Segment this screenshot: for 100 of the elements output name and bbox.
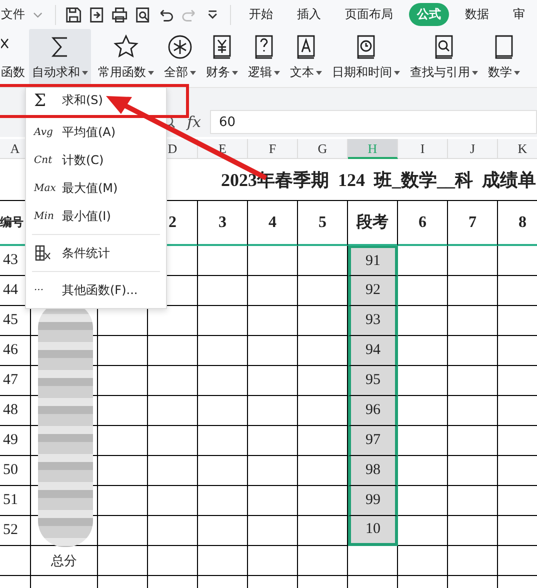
header-cell: 3 bbox=[198, 201, 248, 246]
row-number-cell: 49 bbox=[0, 426, 31, 456]
table-cell bbox=[98, 486, 148, 516]
table-cell bbox=[398, 516, 448, 546]
caret-icon bbox=[472, 70, 478, 75]
table-cell bbox=[148, 366, 198, 396]
header-cell: 8 bbox=[498, 201, 537, 246]
table-cell bbox=[248, 366, 298, 396]
ribbon-button[interactable]: 财务 bbox=[203, 29, 241, 87]
table-cell bbox=[448, 396, 498, 426]
fx-label[interactable]: fx bbox=[184, 113, 204, 131]
table-cell bbox=[98, 426, 148, 456]
table-cell bbox=[198, 396, 248, 426]
chevron-down-icon[interactable] bbox=[33, 12, 43, 18]
caret-icon bbox=[514, 70, 520, 75]
table-cell bbox=[398, 336, 448, 366]
table-cell bbox=[248, 546, 298, 576]
table-cell bbox=[448, 426, 498, 456]
table-cell bbox=[248, 306, 298, 336]
score-cell[interactable]: 91 bbox=[348, 246, 398, 276]
row-number-cell: 51 bbox=[0, 486, 31, 516]
ribbon-button[interactable]: 全部 bbox=[161, 29, 199, 87]
score-cell[interactable]: 96 bbox=[348, 396, 398, 426]
score-cell[interactable]: 99 bbox=[348, 486, 398, 516]
table-cell bbox=[98, 366, 148, 396]
caret-icon bbox=[316, 70, 322, 75]
ribbon-button[interactable]: 逻辑 bbox=[245, 29, 283, 87]
menu-tab[interactable]: 数据 bbox=[456, 3, 497, 26]
table-cell bbox=[398, 456, 448, 486]
table-cell bbox=[248, 246, 298, 276]
table-cell bbox=[248, 396, 298, 426]
table-cell bbox=[198, 336, 248, 366]
table-cell bbox=[148, 396, 198, 426]
print-icon[interactable] bbox=[110, 4, 130, 24]
caret-icon bbox=[190, 70, 196, 75]
column-header[interactable]: I bbox=[398, 139, 448, 159]
column-header[interactable]: J bbox=[448, 139, 498, 159]
table-cell bbox=[0, 546, 31, 576]
table-cell bbox=[398, 276, 448, 306]
score-cell[interactable]: 92 bbox=[348, 276, 398, 306]
menu-item[interactable]: Σ 求和(S) bbox=[26, 90, 166, 111]
table-cell bbox=[398, 246, 448, 276]
column-header[interactable]: F bbox=[248, 139, 298, 159]
row-number-cell: 47 bbox=[0, 366, 31, 396]
file-menu[interactable]: 文件 bbox=[1, 6, 25, 23]
row-number-cell: 46 bbox=[0, 336, 31, 366]
score-cell[interactable]: 94 bbox=[348, 336, 398, 366]
score-cell[interactable]: 97 bbox=[348, 426, 398, 456]
table-cell bbox=[198, 246, 248, 276]
score-cell[interactable]: 93 bbox=[348, 306, 398, 336]
ribbon-button[interactable]: 数学 bbox=[485, 29, 523, 87]
ribbon-button[interactable]: 自动求和 bbox=[29, 29, 91, 87]
save-icon[interactable] bbox=[64, 4, 83, 24]
menu-tab[interactable]: 审 bbox=[504, 3, 533, 26]
score-cell[interactable]: 95 bbox=[348, 366, 398, 396]
table-cell bbox=[148, 546, 198, 576]
menu-tab[interactable]: 插入 bbox=[288, 3, 329, 26]
caret-icon bbox=[274, 70, 280, 75]
table-cell bbox=[398, 396, 448, 426]
table-cell bbox=[248, 336, 298, 366]
table-cell bbox=[448, 516, 498, 546]
ribbon-button[interactable]: 常用函数 bbox=[95, 29, 157, 87]
table-cell bbox=[198, 366, 248, 396]
table-cell bbox=[448, 456, 498, 486]
menu-tab[interactable]: 页面布局 bbox=[336, 3, 401, 26]
menu-item[interactable]: Max 最大值(M) bbox=[26, 174, 166, 202]
ribbon-button[interactable]: 文本 bbox=[287, 29, 325, 87]
formula-input[interactable]: 60 bbox=[210, 110, 537, 134]
score-cell[interactable]: 98 bbox=[348, 456, 398, 486]
row-number-cell: 48 bbox=[0, 396, 31, 426]
score-cell[interactable]: 10 bbox=[348, 516, 398, 546]
table-cell bbox=[198, 426, 248, 456]
header-cell: 6 bbox=[398, 201, 448, 246]
table-cell bbox=[398, 486, 448, 516]
header-cell: 5 bbox=[298, 201, 348, 246]
table-cell bbox=[148, 516, 198, 546]
caret-icon bbox=[82, 70, 88, 75]
table-cell bbox=[248, 456, 298, 486]
caret-icon bbox=[394, 70, 400, 75]
table-cell bbox=[248, 276, 298, 306]
menu-tab[interactable]: 开始 bbox=[240, 3, 281, 26]
table-cell bbox=[448, 306, 498, 336]
table-cell bbox=[248, 516, 298, 546]
table-cell bbox=[98, 396, 148, 426]
column-header[interactable]: K bbox=[498, 139, 537, 159]
table-cell bbox=[198, 276, 248, 306]
table-cell bbox=[98, 456, 148, 486]
table-formula-icon bbox=[34, 244, 52, 262]
table-cell bbox=[248, 486, 298, 516]
caret-icon bbox=[148, 70, 154, 75]
column-header[interactable]: G bbox=[298, 139, 348, 159]
table-cell bbox=[448, 276, 498, 306]
ribbon-button[interactable]: 日期和时间 bbox=[329, 29, 403, 87]
table-cell bbox=[398, 546, 448, 576]
table-cell bbox=[148, 486, 198, 516]
insert-function-label[interactable]: 函数 bbox=[1, 64, 25, 81]
asterisk-icon bbox=[166, 33, 194, 61]
ribbon-button[interactable]: 查找与引用 bbox=[407, 29, 481, 87]
table-cell bbox=[398, 366, 448, 396]
table-cell bbox=[448, 486, 498, 516]
